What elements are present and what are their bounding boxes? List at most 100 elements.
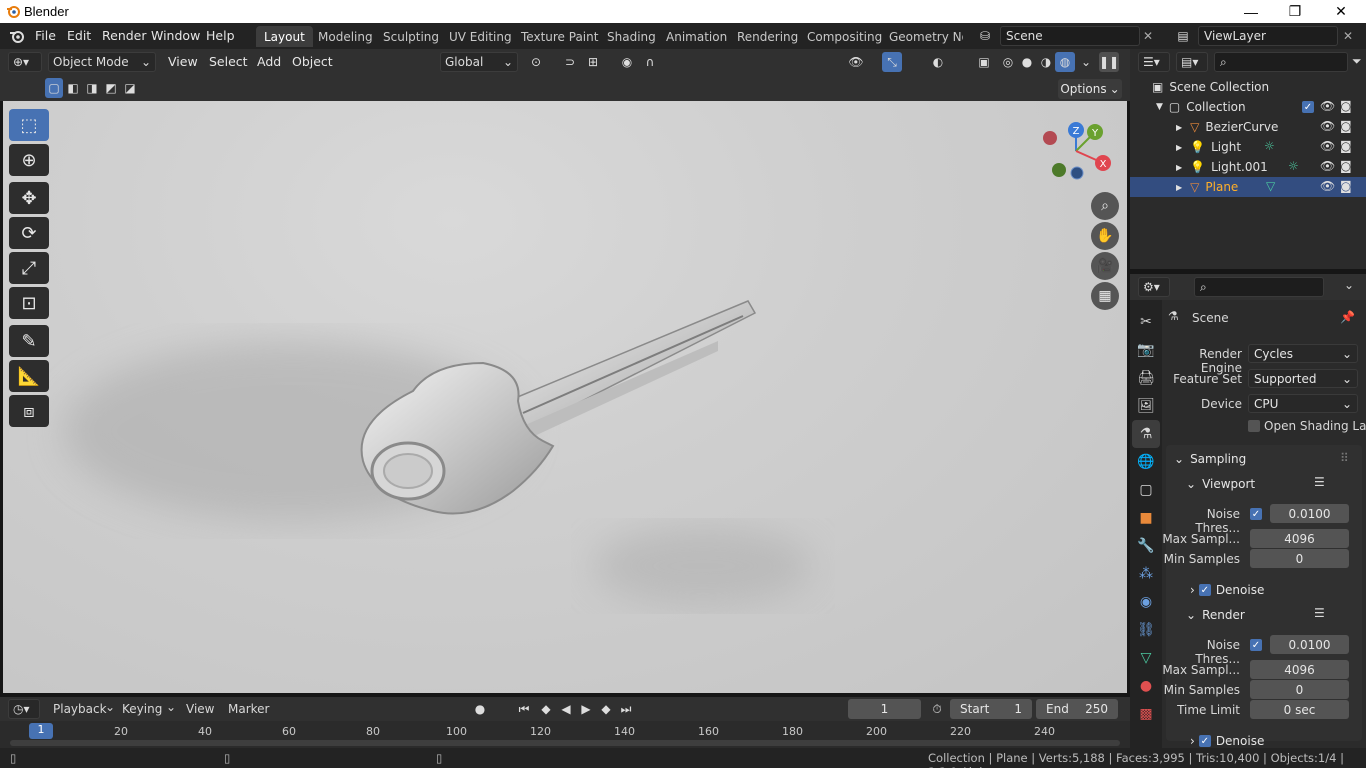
viewlayer-browse-icon[interactable]: ▤ (1170, 26, 1196, 46)
mode-dropdown[interactable]: Object Mode ⌄ (48, 52, 156, 72)
camera-icon[interactable]: ◙ (1340, 139, 1352, 153)
eye-icon[interactable]: 👁 (1320, 139, 1335, 153)
visibility-icon[interactable]: 👁 (846, 52, 866, 72)
snap-target-icon[interactable]: ⊞ (583, 52, 603, 72)
tab-sculpting[interactable]: Sculpting (375, 26, 447, 47)
menu-window[interactable]: Window (151, 28, 200, 43)
min-samples-field[interactable]: 0 (1250, 549, 1349, 568)
max-samples-field[interactable]: 4096 (1250, 660, 1349, 679)
eye-icon[interactable]: 👁 (1320, 179, 1335, 193)
scene-tab-icon[interactable]: ⚗ (1132, 420, 1160, 448)
max-samples-field[interactable]: 4096 (1250, 529, 1349, 548)
timeline-ruler[interactable]: 1 20 40 60 80 100 120 140 160 180 200 22… (0, 721, 1130, 748)
play-reverse-icon[interactable]: ◀ (556, 699, 576, 719)
camera-view-icon[interactable]: 🎥 (1091, 252, 1119, 280)
viewport-subpanel-header[interactable]: ⌄ Viewport (1186, 477, 1255, 491)
add-cube-tool-icon[interactable]: ⧈ (9, 395, 49, 427)
select-intersect-icon[interactable]: ◪ (121, 78, 139, 98)
menu-edit[interactable]: Edit (67, 28, 91, 43)
stopwatch-icon[interactable]: ⏱ (927, 699, 947, 719)
data-tab-icon[interactable]: ▽ (1132, 644, 1160, 672)
rendered-shading-icon[interactable]: ◍ (1055, 52, 1075, 72)
camera-icon[interactable]: ◙ (1340, 119, 1352, 133)
min-samples-field[interactable]: 0 (1250, 680, 1349, 699)
eye-icon[interactable]: 👁 (1320, 119, 1335, 133)
start-frame-field[interactable]: Start 1 (950, 699, 1032, 719)
current-frame-field[interactable]: 1 (848, 699, 921, 719)
texture-tab-icon[interactable]: ▩ (1132, 700, 1160, 728)
overlay-icon[interactable]: ◐ (928, 52, 948, 72)
output-tab-icon[interactable]: 🖨 (1132, 364, 1160, 392)
expand-icon[interactable]: ▶ (1176, 143, 1182, 152)
light-data-icon[interactable]: ☼ (1288, 159, 1299, 173)
camera-icon[interactable]: ◙ (1340, 179, 1352, 193)
timeline-editor-icon[interactable]: ◷▾ (8, 699, 40, 719)
proportional-edit-icon[interactable]: ◉ (617, 52, 637, 72)
menu-keying[interactable]: Keying (122, 702, 162, 716)
falloff-icon[interactable]: ∩ (640, 52, 660, 72)
prev-keyframe-icon[interactable]: ◆ (536, 699, 556, 719)
display-mode-icon[interactable]: ▤▾ (1176, 52, 1208, 72)
tab-rendering[interactable]: Rendering (729, 26, 806, 47)
pin-icon[interactable]: 📌 (1340, 310, 1355, 324)
play-icon[interactable]: ▶ (576, 699, 596, 719)
particles-tab-icon[interactable]: ⁂ (1132, 560, 1160, 588)
wireframe-shading-icon[interactable]: ◎ (998, 52, 1018, 72)
device-dropdown[interactable]: CPU ⌄ (1248, 394, 1358, 413)
modifier-tab-icon[interactable]: 🔧 (1132, 532, 1160, 560)
outliner-item-plane[interactable]: ▶ ▽ Plane ▽ 👁 ◙ (1130, 177, 1366, 197)
eye-icon[interactable]: 👁 (1320, 159, 1335, 173)
snap-icon[interactable]: ⊃ (560, 52, 580, 72)
pivot-icon[interactable]: ⊙ (526, 52, 546, 72)
playhead[interactable]: 1 (29, 723, 53, 739)
tab-layout[interactable]: Layout (256, 26, 313, 47)
close-button[interactable]: ✕ (1318, 0, 1364, 23)
render-engine-dropdown[interactable]: Cycles ⌄ (1248, 344, 1358, 363)
outliner-item-light[interactable]: ▶ 💡 Light ☼ 👁 ◙ (1130, 137, 1366, 157)
tab-geometry-nodes[interactable]: Geometry Noc (881, 26, 963, 47)
transform-tool-icon[interactable]: ⊡ (9, 287, 49, 319)
constraints-tab-icon[interactable]: ⛓ (1132, 616, 1160, 644)
move-tool-icon[interactable]: ✥ (9, 182, 49, 214)
noise-threshold-checkbox[interactable]: ✓ (1250, 508, 1262, 520)
collection-tab-icon[interactable]: ▢ (1132, 476, 1160, 504)
view-layer-tab-icon[interactable]: 🖼 (1132, 392, 1160, 420)
timeline-scrollbar[interactable] (10, 740, 1120, 746)
select-extend-icon[interactable]: ◧ (64, 78, 82, 98)
3d-viewport[interactable] (3, 101, 1127, 693)
end-frame-field[interactable]: End 250 (1036, 699, 1118, 719)
editor-type-icon[interactable]: ⊕▾ (8, 52, 42, 72)
maximize-button[interactable]: ❐ (1272, 0, 1318, 23)
zoom-icon[interactable]: ⌕ (1091, 192, 1119, 220)
camera-icon[interactable]: ◙ (1340, 159, 1352, 173)
menu-timeline-view[interactable]: View (186, 702, 214, 716)
object-tab-icon[interactable]: ■ (1132, 504, 1160, 532)
tab-animation[interactable]: Animation (658, 26, 735, 47)
tab-compositing[interactable]: Compositing (799, 26, 890, 47)
select-box-tool-icon[interactable]: ⬚ (9, 109, 49, 141)
presets-icon[interactable]: ☰ (1314, 606, 1325, 620)
menu-add[interactable]: Add (257, 54, 281, 69)
camera-icon[interactable]: ◙ (1340, 99, 1352, 113)
menu-object[interactable]: Object (292, 54, 333, 69)
chevron-down-icon[interactable]: ⌄ (1344, 278, 1354, 292)
menu-file[interactable]: File (35, 28, 56, 43)
outliner-editor-icon[interactable]: ☰▾ (1138, 52, 1170, 72)
pan-hand-icon[interactable]: ✋ (1091, 222, 1119, 250)
outliner-search-input[interactable]: ⌕ (1214, 52, 1348, 72)
filter-icon[interactable]: ⏷ (1352, 54, 1362, 69)
options-button[interactable]: Options ⌄ (1058, 79, 1122, 99)
outliner-item-light-001[interactable]: ▶ 💡 Light.001 ☼ 👁 ◙ (1130, 157, 1366, 177)
light-data-icon[interactable]: ☼ (1264, 139, 1275, 153)
viewlayer-close-icon[interactable]: ✕ (1343, 29, 1353, 43)
measure-tool-icon[interactable]: 📐 (9, 360, 49, 392)
rotate-tool-icon[interactable]: ⟳ (9, 217, 49, 249)
ortho-grid-icon[interactable]: ▦ (1091, 282, 1119, 310)
select-new-icon[interactable]: ▢ (45, 78, 63, 98)
eye-icon[interactable]: 👁 (1320, 99, 1335, 113)
render-tab-icon[interactable]: 📷 (1132, 336, 1160, 364)
noise-threshold-field[interactable]: 0.0100 (1270, 504, 1349, 523)
transform-orientation-dropdown[interactable]: Global ⌄ (440, 52, 518, 72)
denoise-subpanel-header[interactable]: › ✓ Denoise (1190, 734, 1264, 748)
expand-icon[interactable]: ▶ (1176, 163, 1182, 172)
